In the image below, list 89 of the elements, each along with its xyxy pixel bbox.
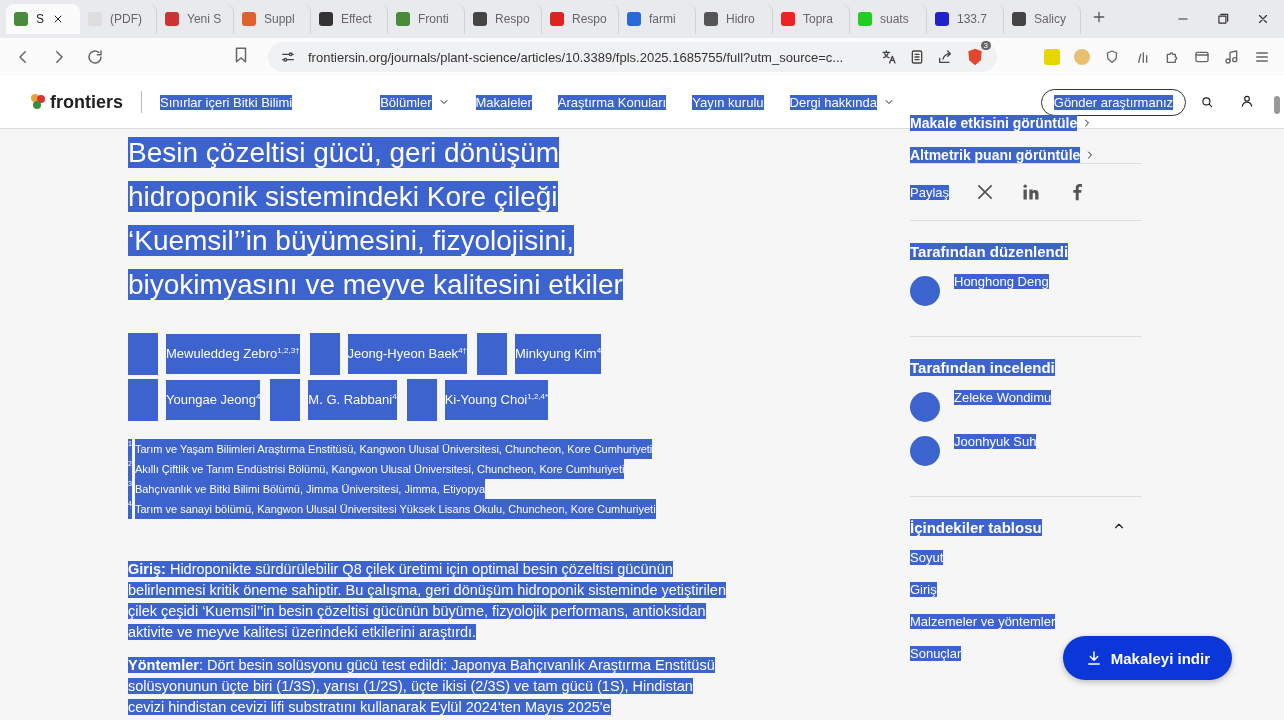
browser-tab[interactable]: Fronti (388, 4, 465, 34)
impact-link[interactable]: Altmetrik puanı görüntüle (910, 147, 1081, 163)
shield-icon[interactable] (965, 47, 985, 67)
abstract-paragraph: Yöntemler: Dört besin solüsyonu gücü test edildi: Japonya Bahçıvanlık Araştırma Enstitüsü solüsyonunun üçte biri (1/3S), yarısı (1/2S), üçte ikisi (2/3S) ve tam gücü (1S), Hindistan cevizi hindistan cevizi lifi substratını kullanarak Eylül 2024'ten Mayıs 2025'e (128, 656, 716, 717)
browser-tab[interactable]: Salicy (1004, 4, 1081, 34)
affiliation-text: Bahçıvanlık ve Bitki Bilimi Bölümü, Jimma Üniversitesi, Jimma, Etiyopya (134, 479, 486, 499)
author-photo-placeholder (128, 333, 158, 375)
favicon-icon (165, 12, 179, 26)
nav-link[interactable]: Yayın kurulu (692, 94, 764, 110)
author-photo-placeholder (309, 333, 340, 375)
person-name[interactable]: Zeleke Wondimu (954, 390, 1052, 405)
toc-link[interactable]: Sonuçlar (910, 646, 962, 661)
favicon-icon (1012, 12, 1026, 26)
linkedin-icon[interactable] (1021, 182, 1042, 202)
close-icon[interactable] (1256, 12, 1270, 26)
browser-tab[interactable]: 133.7 (927, 4, 1004, 34)
journal-name[interactable]: Sınırlar içeri Bitki Bilimi (160, 94, 293, 110)
puzzle-icon[interactable] (1164, 49, 1180, 65)
browser-tab[interactable]: farmi (619, 4, 696, 34)
author-name[interactable]: Mewuleddeg Zebro$^{1,2,3†}$ (166, 334, 300, 374)
author-name[interactable]: Youngae Jeong$^{4}$ (166, 380, 261, 420)
section-heading: Tarafından incelendi (910, 359, 1055, 376)
author-name[interactable]: Minkyung Kim$^{4}$ (515, 334, 602, 374)
favicon-icon (627, 12, 641, 26)
favicon-icon (704, 12, 718, 26)
site-logo[interactable]: frontiers (30, 91, 123, 113)
favicon-icon (319, 12, 333, 26)
favicon-icon (473, 12, 487, 26)
tune-icon[interactable] (280, 49, 296, 65)
favicon-icon (396, 12, 410, 26)
browser-tab[interactable]: S (6, 4, 80, 34)
author-name[interactable]: Ki-Young Choi$^{1,2,4*}$ (444, 380, 549, 420)
browser-tab[interactable]: Respo (542, 4, 619, 34)
search-icon[interactable] (1200, 95, 1214, 109)
address-bar[interactable]: frontiersin.org/journals/plant-science/articles/10.3389/fpls.2025.1685755/full?utm_source=c... 3 (268, 42, 997, 72)
favicon-icon (781, 12, 795, 26)
share-icon[interactable] (937, 49, 953, 65)
submit-research-button[interactable]: Gönder araştırmanız (1040, 88, 1186, 116)
favicon-icon (935, 12, 949, 26)
affiliation-text: Tarım ve sanayi bölümü, Kangwon Ulusal Üniversitesi Yüksek Lisans Okulu, Chuncheon, Kore Cumhuriyeti (134, 499, 656, 519)
close-icon[interactable] (52, 13, 64, 25)
author-name[interactable]: Jeong-Hyeon Baek$^{4†}$ (347, 334, 468, 374)
toc-link[interactable]: Giriş (910, 582, 937, 597)
browser-tab[interactable]: Respo (465, 4, 542, 34)
browser-tab[interactable]: Hidro (696, 4, 773, 34)
author-name[interactable]: M. G. Rabbani$^{4}$ (308, 380, 397, 420)
affiliation-text: Akıllı Çiftlik ve Tarım Endüstrisi Bölümü, Kangwon Ulusal Üniversitesi, Chuncheon, Kore Cumhuriyeti (134, 459, 625, 479)
avatar-placeholder (910, 276, 940, 306)
menu-icon[interactable] (1254, 49, 1270, 65)
translate-icon[interactable] (881, 49, 897, 65)
author-photo-placeholder (270, 379, 301, 421)
avatar-placeholder (910, 392, 940, 422)
favicon-icon (550, 12, 564, 26)
browser-tab[interactable]: Yeni S (157, 4, 234, 34)
browser-tab[interactable]: Suppl (234, 4, 311, 34)
browser-tab[interactable]: Effect (311, 4, 388, 34)
article-title: Besin çözeltisi gücü, geri dönüşüm hidroponik sistemindeki Kore çileği ‘Kuemsil’’in büyümesini, fizyolojisini, biyokimyasını ve meyve kalitesini etkiler (128, 136, 624, 302)
plus-icon[interactable] (1091, 9, 1107, 25)
browser-tab[interactable]: Topra (773, 4, 850, 34)
favicon-icon (242, 12, 256, 26)
impact-link[interactable]: Makale etkisini görüntüle (910, 115, 1078, 131)
browser-tab[interactable]: suats (850, 4, 927, 34)
shield-badge: 3 (980, 41, 991, 50)
scrollbar-thumb[interactable] (1274, 96, 1280, 114)
toc-heading: İçindekiler tablosu (910, 519, 1042, 536)
window-icon[interactable] (1194, 49, 1210, 65)
author-photo-placeholder (406, 379, 437, 421)
toc-link[interactable]: Malzemeler ve yöntemler (910, 614, 1056, 629)
nav-link[interactable]: Araştırma Konuları (557, 94, 667, 110)
person-name[interactable]: Joonhyuk Suh (954, 434, 1037, 449)
reload-icon[interactable] (86, 48, 104, 66)
browser-tab[interactable]: (PDF) (80, 4, 157, 34)
shield-outline-icon[interactable] (1104, 49, 1120, 65)
affiliation-text: Tarım ve Yaşam Bilimleri Araştırma Enstitüsü, Kangwon Ulusal Üniversitesi, Chuncheon, Kore Cumhuriyeti (134, 439, 653, 459)
share-label: Paylaş (910, 184, 950, 200)
favicon-icon (14, 12, 28, 26)
restore-icon[interactable] (1216, 12, 1230, 26)
avatar-placeholder (910, 436, 940, 466)
music-icon[interactable] (1224, 49, 1240, 65)
reader-icon[interactable] (909, 49, 925, 65)
author-photo-placeholder (477, 333, 508, 375)
user-icon[interactable] (1240, 93, 1254, 108)
person-name[interactable]: Honghong Deng (954, 274, 1049, 289)
nav-link[interactable]: Makaleler (475, 94, 532, 110)
favicon-icon (858, 12, 872, 26)
author-photo-placeholder (128, 379, 158, 421)
abstract-paragraph: Giriş: Hidroponikte sürdürülebilir Q8 çilek üretimi için optimal besin çözeltisi gücünün belirlenmesi kritik öneme sahiptir. Bu çalışma, geri dönüşüm hidroponik sisteminde yetiştirilen çilek çeşidi ‘Kuemsil’’in besin çözeltisi gücünün büyüme, fizyolojik performans, antioksidan aktivite ve meyve kalitesi üzerindeki etkilerini araştırdı. (128, 560, 727, 642)
download-article-button[interactable]: Makaleyi indir (1062, 636, 1232, 680)
section-heading: Tarafından düzenlendi (910, 243, 1069, 260)
